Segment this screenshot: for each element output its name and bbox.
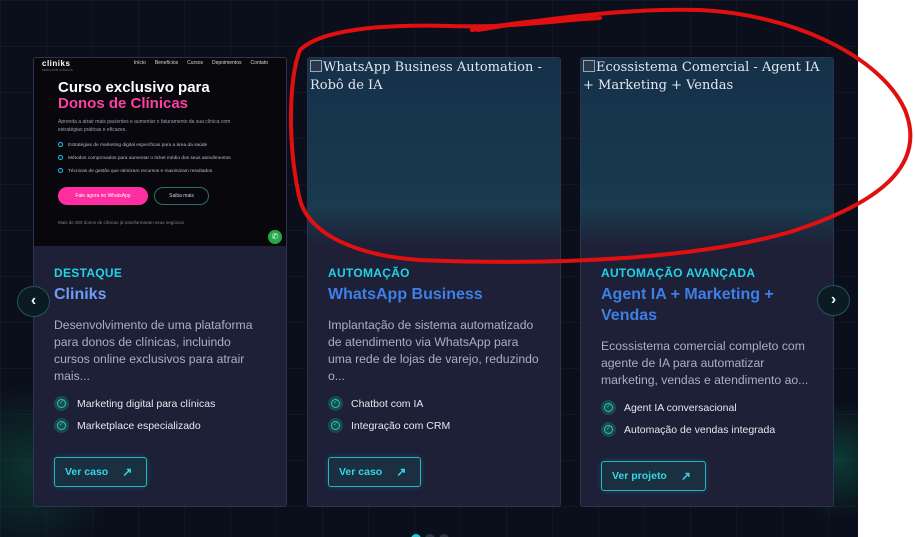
check-circle-icon [58,142,63,147]
check-circle-icon: ✓ [328,418,343,433]
image-alt-label: Ecossistema Comercial - Agent IA + Marke… [583,60,820,93]
check-circle-icon: ✓ [54,418,69,433]
check-circle-icon: ✓ [54,396,69,411]
preview-description: Aprenda a atrair mais pacientes e aument… [58,119,231,133]
case-tag: AUTOMAÇÃO [328,266,410,280]
preview-benefit-item: Estratégias de marketing digital específ… [58,142,231,148]
image-alt-label: WhatsApp Business Automation - Robô de I… [310,60,542,93]
broken-image-icon [310,60,322,72]
check-circle-icon [58,155,63,160]
case-title: Agent IA + Marketing + Vendas [601,286,774,324]
case-description: Desenvolvimento de uma plataforma para d… [54,318,253,383]
preview-benefit-item: Métodos comprovados para aumentar o tick… [58,155,231,161]
feature-item: ✓ Agent IA conversacional [601,400,813,415]
carousel-prev-button[interactable]: ‹ [17,286,50,317]
case-tag: AUTOMAÇÃO AVANÇADA [601,266,756,280]
preview-benefit-item: Técnicas de gestão que otimizam recursos… [58,168,231,174]
preview-logo-subtitle: FEITO POR CLÍNICAS [42,68,73,72]
feature-label: Agent IA conversacional [624,401,737,414]
button-label: Ver caso [339,466,383,478]
preview-benefit-list: Estratégias de marketing digital específ… [58,142,231,181]
preview-learn-more-button: Saiba mais [154,187,209,205]
image-alt-text: WhatsApp Business Automation - Robô de I… [308,58,560,96]
broken-image-icon [583,60,595,72]
button-label: Ver projeto [612,470,667,482]
case-title: Cliniks [54,286,107,303]
feature-label: Marketplace especializado [77,419,201,432]
feature-label: Chatbot com IA [351,397,424,410]
case-image-broken: Ecossistema Comercial - Agent IA + Marke… [581,58,833,246]
check-circle-icon: ✓ [601,400,616,415]
chevron-right-icon: › [830,291,837,308]
feature-label: Automação de vendas integrada [624,423,776,436]
case-card-whatsapp-business: WhatsApp Business Automation - Robô de I… [307,57,561,507]
image-alt-text: Ecossistema Comercial - Agent IA + Marke… [581,58,833,96]
feature-label: Marketing digital para clínicas [77,397,216,410]
case-tag: DESTAQUE [54,266,123,280]
preview-benefit-text: Estratégias de marketing digital específ… [68,143,208,148]
feature-item: ✓ Marketing digital para clínicas [54,396,266,411]
portfolio-section: cliniks FEITO POR CLÍNICAS Início Benefíc… [0,0,858,537]
case-image-broken: WhatsApp Business Automation - Robô de I… [308,58,560,246]
case-title: WhatsApp Business [328,286,483,303]
feature-item: ✓ Automação de vendas integrada [601,422,813,437]
check-circle-icon: ✓ [328,396,343,411]
preview-menu-item: Início [133,60,146,66]
preview-menu-item: Cursos [187,60,204,66]
view-project-button[interactable]: Ver projeto ↗ [601,461,706,491]
arrow-up-right-icon: ↗ [680,469,691,483]
feature-item: ✓ Integração com CRM [328,418,540,433]
arrow-up-right-icon: ↗ [396,465,407,479]
preview-logo: cliniks [42,59,71,68]
feature-list: ✓ Marketing digital para clínicas ✓ Mark… [54,396,266,433]
button-label: Ver caso [65,466,109,478]
feature-item: ✓ Marketplace especializado [54,418,266,433]
preview-menu-item: Contato [250,60,268,66]
view-case-button[interactable]: Ver caso ↗ [328,457,422,487]
check-circle-icon [58,168,63,173]
preview-headline: Curso exclusivo para [58,79,210,96]
preview-menu: Início Benefícios Cursos Depoimentos Contato [125,60,268,66]
preview-benefit-text: Técnicas de gestão que otimizam recursos… [68,169,213,174]
carousel-next-button[interactable]: › [817,285,850,316]
preview-navbar: cliniks FEITO POR CLÍNICAS Início Benefíc… [34,58,286,76]
whatsapp-icon: ✆ [268,230,282,244]
arrow-up-right-icon: ↗ [122,465,133,479]
preview-whatsapp-button: Fale agora no WhatsApp [58,187,148,205]
preview-note: Mais de 300 donos de clínicas já transfo… [58,220,184,225]
feature-list: ✓ Agent IA conversacional ✓ Automação de… [601,400,813,437]
case-description: Ecossistema comercial completo com agent… [601,339,809,387]
feature-label: Integração com CRM [351,419,451,432]
chevron-left-icon: ‹ [30,292,37,309]
preview-menu-item: Depoimentos [212,60,242,66]
feature-list: ✓ Chatbot com IA ✓ Integração com CRM [328,396,540,433]
case-card-cliniks: cliniks FEITO POR CLÍNICAS Início Benefíc… [33,57,287,507]
case-description: Implantação de sistema automatizado de a… [328,318,539,383]
case-preview-image: cliniks FEITO POR CLÍNICAS Início Benefíc… [34,58,286,246]
view-case-button[interactable]: Ver caso ↗ [54,457,148,487]
preview-headline-accent: Donos de Clínicas [58,95,189,112]
preview-benefit-text: Métodos comprovados para aumentar o tick… [68,156,231,161]
case-card-agent-ia: Ecossistema Comercial - Agent IA + Marke… [580,57,834,507]
preview-menu-item: Benefícios [154,60,179,66]
check-circle-icon: ✓ [601,422,616,437]
feature-item: ✓ Chatbot com IA [328,396,540,411]
